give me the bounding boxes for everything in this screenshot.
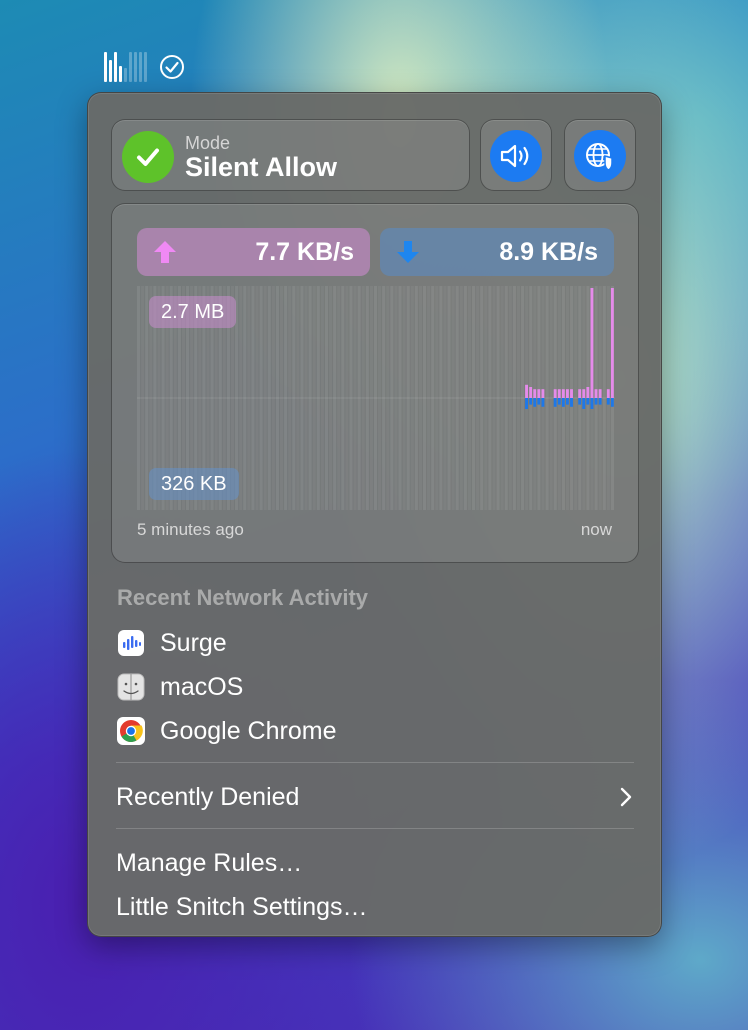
globe-shield-icon bbox=[574, 130, 626, 182]
download-bar bbox=[582, 398, 586, 409]
mode-value: Silent Allow bbox=[185, 152, 338, 182]
chrome-app-icon bbox=[117, 717, 145, 745]
upload-bar bbox=[561, 389, 565, 398]
recently-denied-item[interactable]: Recently Denied bbox=[116, 777, 636, 817]
upload-arrow-icon bbox=[154, 241, 176, 263]
upload-bar bbox=[533, 389, 537, 398]
finder-app-icon bbox=[117, 673, 145, 701]
recent-app-google-chrome[interactable]: Google Chrome bbox=[117, 713, 637, 749]
upload-bar bbox=[578, 389, 582, 398]
upload-bar bbox=[606, 389, 610, 398]
download-bar bbox=[570, 398, 573, 407]
download-bar bbox=[541, 398, 545, 407]
checkmark-circle-icon bbox=[159, 54, 185, 80]
traffic-graph: 2.7 MB 326 KB bbox=[137, 286, 615, 510]
upload-bar bbox=[553, 389, 557, 398]
download-rate: 8.9 KB/s bbox=[380, 228, 614, 276]
surge-app-icon bbox=[118, 630, 144, 656]
download-bar bbox=[533, 398, 537, 407]
download-bar bbox=[529, 398, 533, 405]
network-activity-icon bbox=[104, 52, 147, 82]
download-bar bbox=[565, 398, 569, 405]
upload-bar bbox=[541, 389, 545, 398]
checkmark-icon bbox=[122, 131, 174, 183]
sound-button[interactable] bbox=[480, 119, 552, 191]
recent-app-surge[interactable]: Surge bbox=[117, 625, 637, 661]
download-bar bbox=[561, 398, 565, 407]
recently-denied-label: Recently Denied bbox=[116, 782, 300, 811]
recent-activity-title: Recent Network Activity bbox=[117, 585, 369, 610]
upload-rate: 7.7 KB/s bbox=[137, 228, 370, 276]
app-name: Google Chrome bbox=[160, 716, 337, 745]
network-filter-button[interactable] bbox=[564, 119, 636, 191]
download-max-label: 326 KB bbox=[149, 468, 239, 500]
traffic-card: 7.7 KB/s 8.9 KB/s 2.7 MB 326 KB 5 minute… bbox=[111, 203, 639, 563]
settings-label: Little Snitch Settings… bbox=[116, 892, 368, 921]
manage-rules-item[interactable]: Manage Rules… bbox=[116, 843, 636, 883]
download-bar bbox=[578, 398, 582, 405]
upload-rate-value: 7.7 KB/s bbox=[255, 238, 354, 266]
upload-bar bbox=[565, 389, 569, 398]
manage-rules-label: Manage Rules… bbox=[116, 848, 303, 877]
app-name: Surge bbox=[160, 628, 227, 657]
download-bar bbox=[557, 398, 561, 405]
upload-bar bbox=[590, 288, 594, 398]
app-name: macOS bbox=[160, 672, 244, 701]
download-bar bbox=[606, 398, 610, 405]
menubar-status-item[interactable] bbox=[104, 50, 185, 84]
divider bbox=[116, 762, 634, 763]
graph-start-label: 5 minutes ago bbox=[137, 520, 244, 539]
graph-end-label: now bbox=[580, 520, 612, 539]
upload-bar bbox=[586, 387, 590, 398]
little-snitch-menu-panel: Mode Silent Allow 7.7 KB/s 8.9 KB/s 2.7 … bbox=[87, 92, 662, 937]
download-bar bbox=[586, 398, 590, 405]
settings-item[interactable]: Little Snitch Settings… bbox=[116, 887, 636, 927]
upload-bar bbox=[529, 387, 533, 398]
upload-bar bbox=[610, 288, 614, 398]
chevron-right-icon bbox=[620, 787, 632, 807]
upload-bar bbox=[557, 389, 561, 398]
upload-max-label: 2.7 MB bbox=[149, 296, 237, 328]
download-arrow-icon bbox=[397, 241, 419, 263]
speaker-wave-icon bbox=[490, 130, 542, 182]
download-bar bbox=[594, 398, 598, 405]
upload-bar bbox=[598, 389, 602, 398]
download-bar bbox=[610, 398, 614, 407]
download-bar bbox=[525, 398, 529, 409]
download-bar bbox=[537, 398, 541, 405]
download-bar bbox=[598, 398, 602, 405]
recent-app-macos[interactable]: macOS bbox=[117, 669, 637, 705]
download-bar bbox=[590, 398, 594, 409]
mode-selector[interactable]: Mode Silent Allow bbox=[111, 119, 470, 191]
upload-bar bbox=[537, 389, 541, 398]
upload-bar bbox=[570, 389, 573, 398]
upload-bar bbox=[582, 389, 586, 398]
divider bbox=[116, 828, 634, 829]
mode-label: Mode bbox=[185, 133, 231, 153]
download-bar bbox=[553, 398, 557, 407]
upload-bar bbox=[594, 389, 598, 398]
download-rate-value: 8.9 KB/s bbox=[499, 238, 598, 266]
upload-bar bbox=[525, 384, 529, 398]
